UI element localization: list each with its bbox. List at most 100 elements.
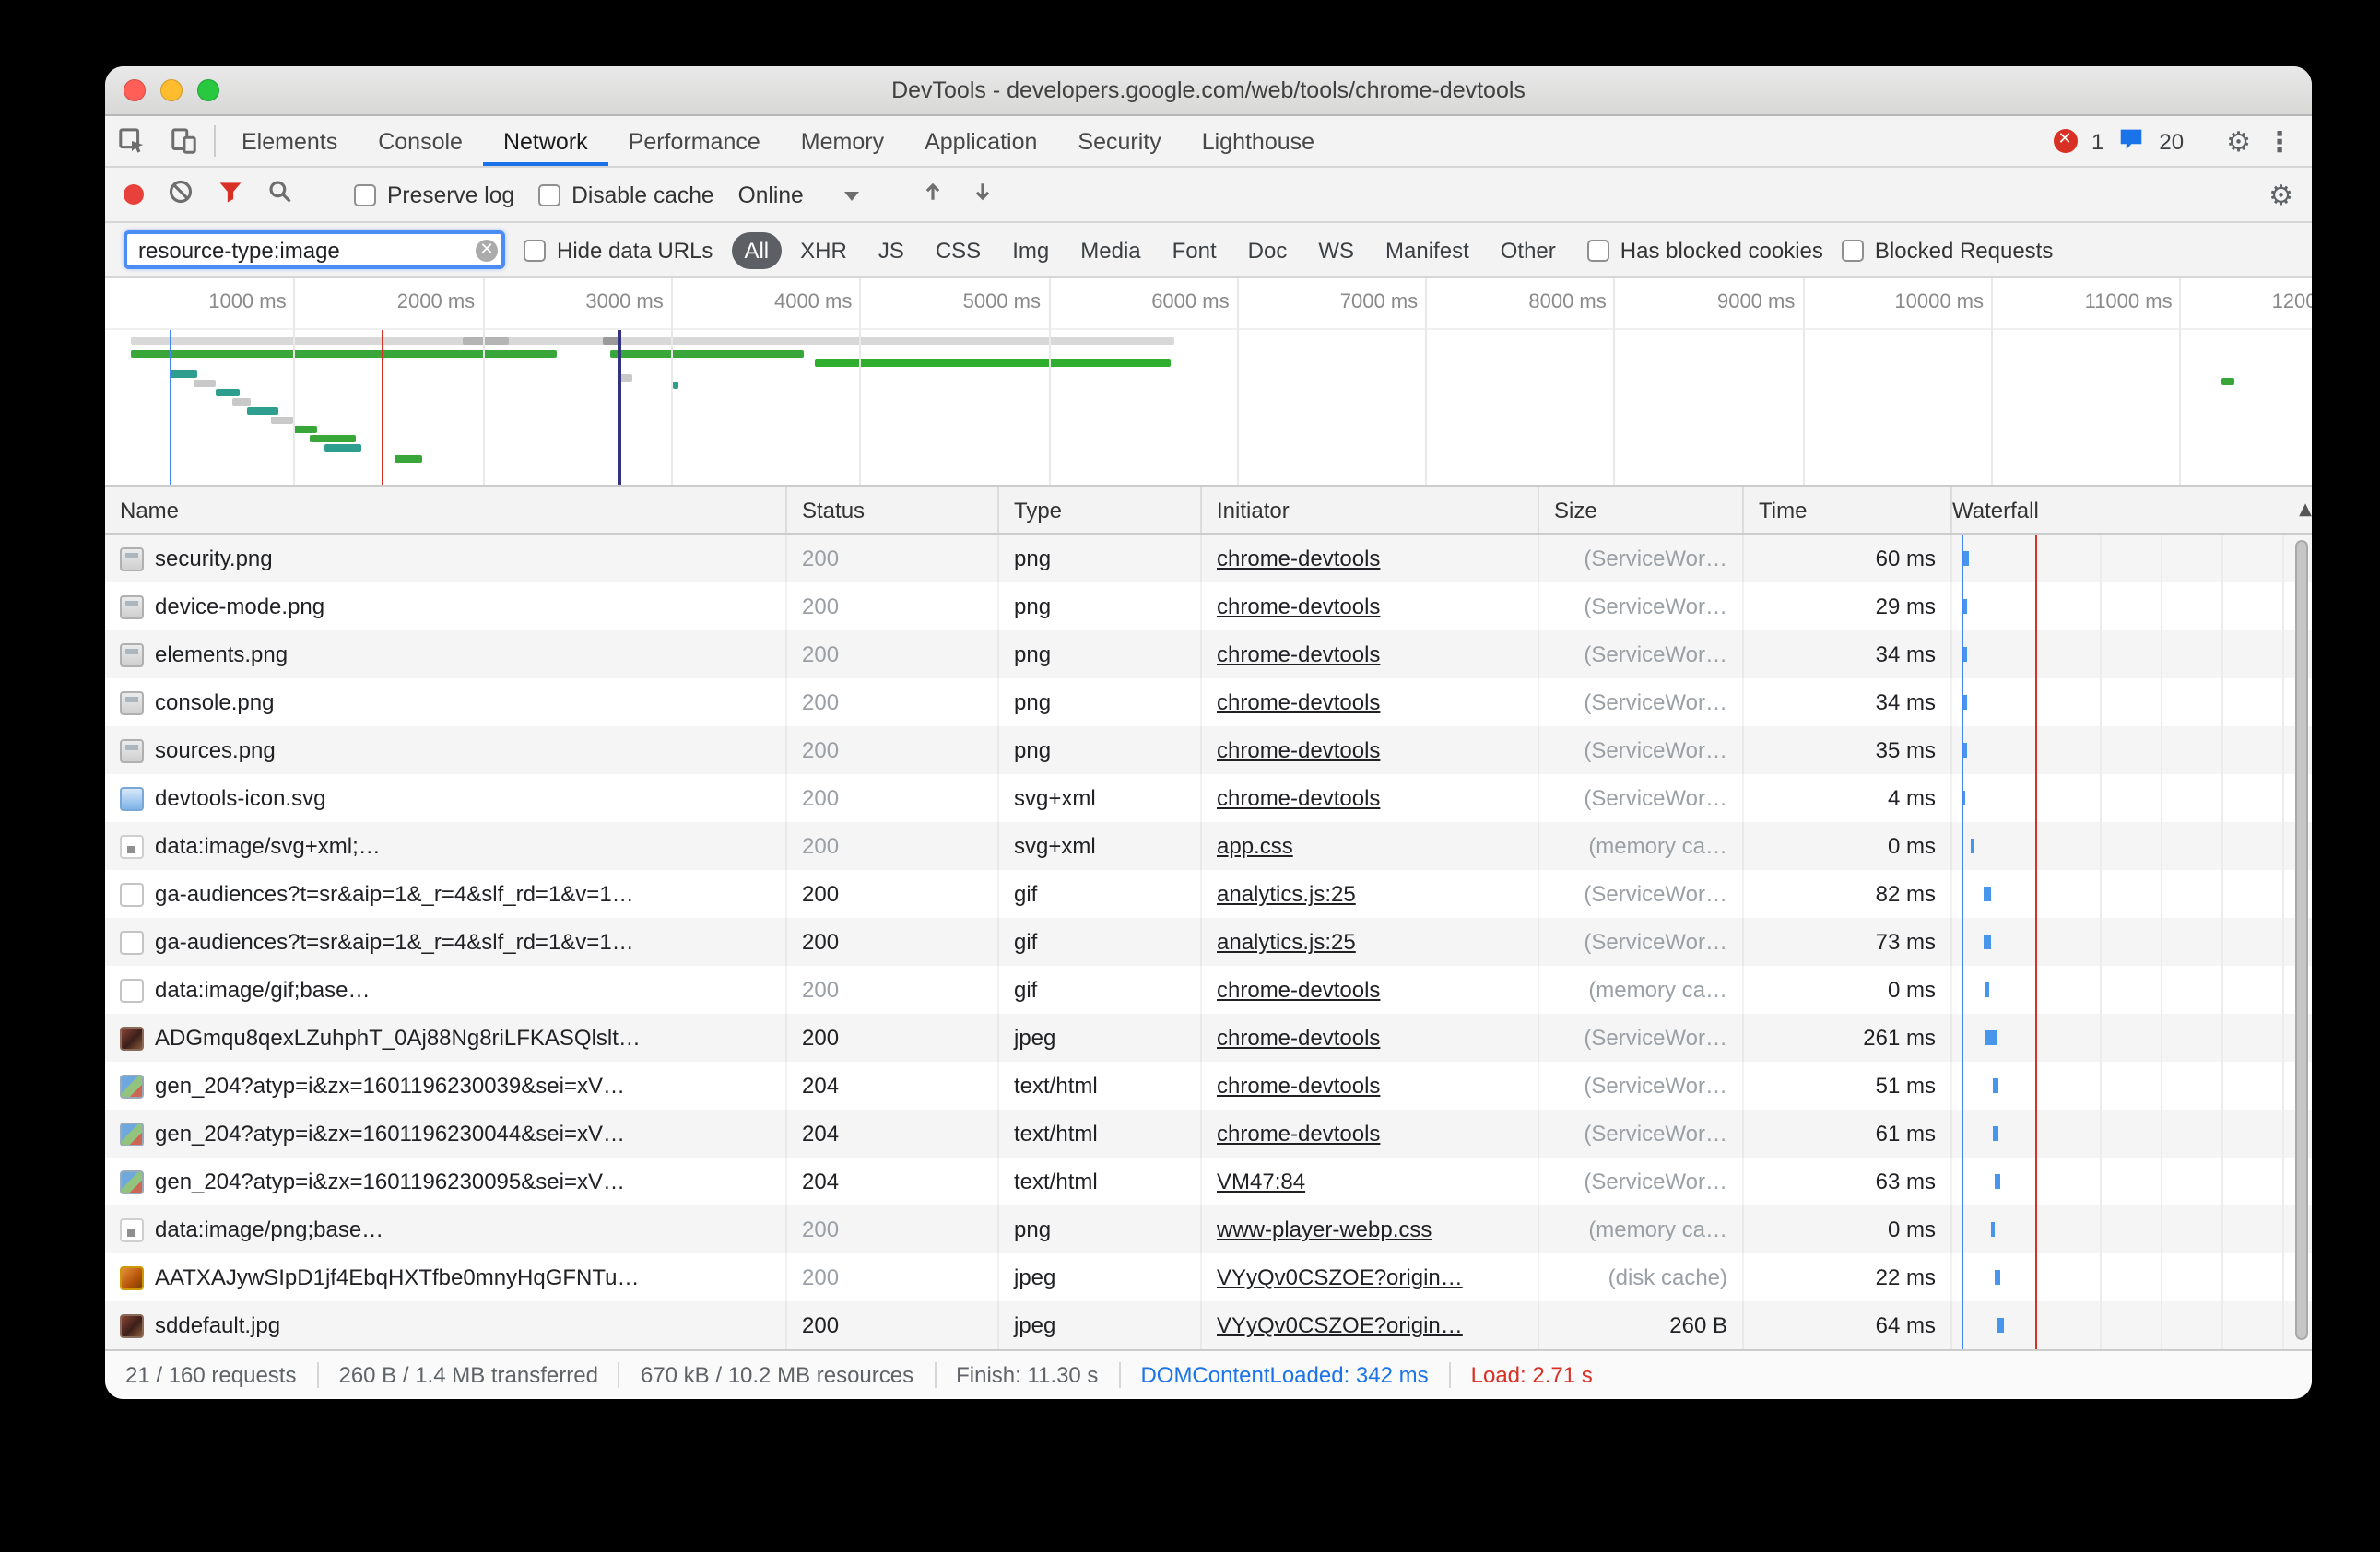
zoom-window-button[interactable] <box>197 79 219 101</box>
table-row[interactable]: sddefault.jpg200jpegVYyQv0CSZOE?origin…2… <box>105 1301 2312 1349</box>
preserve-log-checkbox[interactable]: Preserve log <box>354 182 514 207</box>
error-count-icon[interactable]: ✕ <box>2053 129 2077 153</box>
table-row[interactable]: AATXAJywSIpD1jf4EbqHXTfbe0mnyHqGFNTu…200… <box>105 1253 2312 1301</box>
column-header-waterfall[interactable]: Waterfall▲ <box>1950 487 2312 533</box>
column-header-name[interactable]: Name <box>105 487 785 533</box>
checkbox-box[interactable] <box>354 183 376 206</box>
issues-bubble-icon[interactable] <box>2118 126 2144 156</box>
vertical-scrollbar[interactable] <box>2295 540 2308 1340</box>
tab-security[interactable]: Security <box>1057 116 1181 166</box>
filter-input[interactable] <box>124 230 505 269</box>
import-har-icon[interactable] <box>920 179 946 210</box>
error-count[interactable]: 1 <box>2091 128 2103 154</box>
throttling-dropdown[interactable]: Online <box>738 182 859 207</box>
issue-count[interactable]: 20 <box>2159 128 2184 154</box>
has-blocked-cookies-checkbox[interactable]: Has blocked cookies <box>1587 237 1823 263</box>
network-settings-gear-icon[interactable]: ⚙ <box>2268 178 2293 211</box>
initiator-link[interactable]: chrome-devtools <box>1217 977 1380 1003</box>
table-row[interactable]: devtools-icon.svg200svg+xmlchrome-devtoo… <box>105 774 2312 822</box>
more-options-icon[interactable]: ⋮ <box>2266 124 2293 158</box>
close-window-button[interactable] <box>124 79 146 101</box>
checkbox-box[interactable] <box>1842 239 1864 261</box>
table-row[interactable]: elements.png200pngchrome-devtools(Servic… <box>105 630 2312 678</box>
tab-performance[interactable]: Performance <box>608 116 781 166</box>
table-row[interactable]: gen_204?atyp=i&zx=1601196230039&sei=xV…2… <box>105 1062 2312 1110</box>
table-row[interactable]: ga-audiences?t=sr&aip=1&_r=4&slf_rd=1&v=… <box>105 870 2312 918</box>
column-header-size[interactable]: Size <box>1538 487 1742 533</box>
column-header-time[interactable]: Time <box>1742 487 1950 533</box>
initiator-link[interactable]: app.css <box>1217 833 1293 859</box>
tab-elements[interactable]: Elements <box>221 116 358 166</box>
overview-bar <box>247 407 278 415</box>
filter-pill-all[interactable]: All <box>731 231 782 268</box>
initiator-link[interactable]: chrome-devtools <box>1217 1073 1380 1099</box>
device-toolbar-icon[interactable] <box>157 116 208 166</box>
table-row[interactable]: ADGmqu8qexLZuhphT_0Aj88Ng8riLFKASQlslt…2… <box>105 1014 2312 1062</box>
initiator-link[interactable]: VYyQv0CSZOE?origin… <box>1217 1312 1463 1338</box>
checkbox-box[interactable] <box>524 239 546 261</box>
clear-filter-icon[interactable]: ✕ <box>476 239 498 261</box>
clear-network-log-icon[interactable] <box>168 179 194 210</box>
minimize-window-button[interactable] <box>160 79 183 101</box>
cell-waterfall <box>1950 966 2312 1014</box>
filter-pill-manifest[interactable]: Manifest <box>1373 231 1482 268</box>
filter-pill-js[interactable]: JS <box>866 231 917 268</box>
settings-gear-icon[interactable]: ⚙ <box>2226 124 2251 158</box>
tab-lighthouse[interactable]: Lighthouse <box>1182 116 1335 166</box>
waterfall-marker-line <box>2035 535 2037 1349</box>
initiator-link[interactable]: chrome-devtools <box>1217 594 1380 619</box>
column-header-status[interactable]: Status <box>785 487 997 533</box>
tab-application[interactable]: Application <box>904 116 1057 166</box>
export-har-icon[interactable] <box>970 179 996 210</box>
initiator-link[interactable]: VM47:84 <box>1217 1169 1305 1194</box>
filter-pill-img[interactable]: Img <box>999 231 1062 268</box>
tab-console[interactable]: Console <box>358 116 483 166</box>
checkbox-box[interactable] <box>538 183 560 206</box>
initiator-link[interactable]: analytics.js:25 <box>1217 881 1356 907</box>
filter-pill-doc[interactable]: Doc <box>1235 231 1301 268</box>
initiator-link[interactable]: chrome-devtools <box>1217 546 1380 571</box>
column-header-type[interactable]: Type <box>997 487 1200 533</box>
hide-data-urls-checkbox[interactable]: Hide data URLs <box>524 237 713 263</box>
table-row[interactable]: sources.png200pngchrome-devtools(Service… <box>105 726 2312 774</box>
overview-canvas[interactable] <box>105 330 2312 485</box>
filter-funnel-icon[interactable] <box>218 179 243 210</box>
search-icon[interactable] <box>267 179 293 210</box>
column-header-initiator[interactable]: Initiator <box>1200 487 1538 533</box>
table-row[interactable]: gen_204?atyp=i&zx=1601196230044&sei=xV…2… <box>105 1110 2312 1158</box>
initiator-link[interactable]: chrome-devtools <box>1217 737 1380 763</box>
overview-strip[interactable]: 1000 ms2000 ms3000 ms4000 ms5000 ms6000 … <box>105 278 2312 487</box>
table-row[interactable]: security.png200pngchrome-devtools(Servic… <box>105 535 2312 582</box>
initiator-link[interactable]: www-player-webp.css <box>1217 1217 1432 1242</box>
initiator-link[interactable]: chrome-devtools <box>1217 785 1380 811</box>
initiator-link[interactable]: chrome-devtools <box>1217 689 1380 715</box>
disable-cache-checkbox[interactable]: Disable cache <box>538 182 714 207</box>
waterfall-bar <box>1997 1318 2004 1333</box>
initiator-link[interactable]: chrome-devtools <box>1217 1025 1380 1051</box>
table-row[interactable]: console.png200pngchrome-devtools(Service… <box>105 678 2312 726</box>
initiator-link[interactable]: chrome-devtools <box>1217 1121 1380 1146</box>
record-network-log-icon[interactable] <box>124 184 144 205</box>
checkbox-box[interactable] <box>1587 239 1609 261</box>
table-row[interactable]: data:image/gif;base…200gifchrome-devtool… <box>105 966 2312 1014</box>
initiator-link[interactable]: chrome-devtools <box>1217 641 1380 667</box>
initiator-link[interactable]: VYyQv0CSZOE?origin… <box>1217 1264 1463 1290</box>
filter-pill-ws[interactable]: WS <box>1305 231 1367 268</box>
cell-waterfall <box>1950 630 2312 678</box>
filter-pill-media[interactable]: Media <box>1067 231 1153 268</box>
inspect-element-icon[interactable] <box>105 116 157 166</box>
filter-pill-other[interactable]: Other <box>1488 231 1569 268</box>
filter-pill-font[interactable]: Font <box>1160 231 1230 268</box>
table-row[interactable]: device-mode.png200pngchrome-devtools(Ser… <box>105 582 2312 630</box>
blocked-requests-checkbox[interactable]: Blocked Requests <box>1842 237 2053 263</box>
table-row[interactable]: gen_204?atyp=i&zx=1601196230095&sei=xV…2… <box>105 1158 2312 1205</box>
cell-status: 200 <box>785 726 997 774</box>
table-row[interactable]: ga-audiences?t=sr&aip=1&_r=4&slf_rd=1&v=… <box>105 918 2312 966</box>
filter-pill-css[interactable]: CSS <box>923 231 994 268</box>
filter-pill-xhr[interactable]: XHR <box>787 231 860 268</box>
table-row[interactable]: data:image/png;base…200pngwww-player-web… <box>105 1205 2312 1253</box>
tab-memory[interactable]: Memory <box>781 116 904 166</box>
tab-network[interactable]: Network <box>483 116 608 166</box>
table-row[interactable]: data:image/svg+xml;…200svg+xmlapp.css(me… <box>105 822 2312 870</box>
initiator-link[interactable]: analytics.js:25 <box>1217 929 1356 955</box>
